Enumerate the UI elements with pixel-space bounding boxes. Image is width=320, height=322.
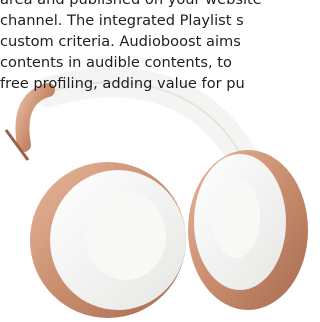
article-line: area and published on your website	[0, 0, 309, 10]
article-paragraph: area and published on your website chann…	[0, 0, 309, 94]
article-line: free profiling, adding value for pu	[0, 75, 245, 92]
article-line: custom criteria. Audioboost aims	[0, 33, 241, 50]
article-view: area and published on your website chann…	[0, 0, 309, 322]
article-line: contents in audible contents, to	[0, 54, 232, 71]
article-line: channel. The integrated Playlist s	[0, 12, 244, 29]
